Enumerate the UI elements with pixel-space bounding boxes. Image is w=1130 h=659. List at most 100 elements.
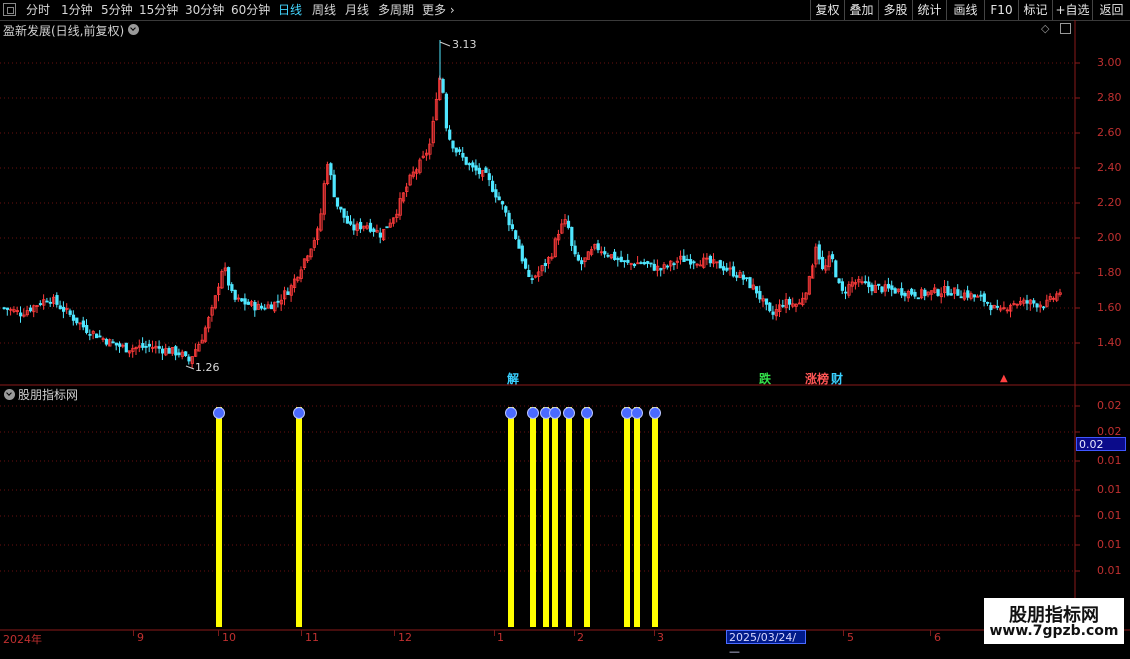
candle-body: [174, 346, 178, 356]
time-tick: [930, 630, 931, 636]
candle-body: [903, 292, 907, 297]
candle-body: [995, 305, 1000, 308]
candle-body: [253, 302, 257, 311]
signal-bar: [584, 407, 590, 627]
indicator-tick: 0.01: [1097, 483, 1122, 496]
candle-body: [28, 307, 33, 312]
candle-body: [5, 307, 10, 310]
candle-body: [524, 258, 528, 269]
candle-body: [167, 347, 171, 354]
time-label: 9: [137, 631, 144, 644]
candle-body: [259, 305, 264, 309]
candle-body: [979, 294, 983, 297]
event-top-list-marker[interactable]: 涨榜: [805, 370, 829, 387]
candle-body: [75, 317, 79, 324]
high-price-label: 3.13: [452, 38, 477, 51]
candle-body: [708, 255, 713, 264]
candle-body: [451, 140, 455, 149]
candle-body: [877, 283, 881, 286]
candle-body: [329, 163, 333, 176]
candle-body: [844, 291, 848, 294]
candle-body: [461, 152, 465, 158]
candle-body: [731, 266, 736, 277]
candle-body: [269, 304, 274, 310]
candle-body: [781, 305, 785, 307]
candle-body: [692, 261, 696, 264]
candle-body: [834, 260, 838, 278]
candle-body: [910, 288, 914, 295]
candlesticks: [2, 40, 1062, 370]
event-finance-marker[interactable]: 财: [831, 370, 843, 387]
candle-body: [596, 243, 600, 251]
candle-body: [758, 290, 762, 300]
candle-body: [454, 147, 458, 153]
event-unlock-marker[interactable]: 解: [507, 370, 519, 387]
candle-body: [187, 356, 191, 362]
watermark-logo: 股朋指标网 www.7gpzb.com: [984, 598, 1124, 644]
indicator-tick: 0.01: [1097, 454, 1122, 467]
candle-body: [160, 348, 165, 354]
price-tick: 1.40: [1097, 336, 1122, 349]
candle-body: [626, 259, 630, 263]
candle-body: [1025, 300, 1029, 304]
candle-body: [335, 197, 340, 207]
candle-body: [745, 277, 749, 280]
candle-body: [530, 278, 534, 281]
candle-body: [623, 260, 627, 263]
signal-bar: [296, 407, 302, 627]
candle-body: [378, 232, 383, 238]
candle-body: [652, 263, 656, 271]
candle-body: [490, 180, 495, 192]
event-drop-marker[interactable]: 跌: [759, 370, 771, 387]
price-tick: 2.20: [1097, 196, 1122, 209]
candle-body: [755, 286, 759, 294]
time-label: 5: [847, 631, 854, 644]
candle-body: [788, 298, 792, 305]
candle-body: [184, 351, 188, 357]
signal-dot: [563, 407, 575, 419]
kline-chart[interactable]: [0, 0, 1130, 650]
time-tick: [394, 630, 395, 636]
candle-body: [444, 93, 449, 129]
candle-body: [332, 174, 336, 198]
indicator-tick: 0.01: [1097, 509, 1122, 522]
time-label: 6: [934, 631, 941, 644]
candle-body: [1042, 306, 1046, 309]
candle-body: [504, 206, 508, 213]
candle-body: [863, 281, 868, 284]
up-arrow-icon[interactable]: ▲: [1000, 373, 1008, 384]
price-tick: 1.80: [1097, 266, 1122, 279]
price-tick: 2.60: [1097, 126, 1122, 139]
candle-body: [768, 302, 772, 312]
indicator-tick: 0.01: [1097, 564, 1122, 577]
candle-body: [672, 263, 676, 266]
candle-body: [38, 303, 43, 306]
candle-body: [959, 296, 963, 299]
candle-body: [144, 345, 148, 348]
candle-body: [464, 156, 468, 165]
candle-body: [141, 343, 145, 348]
candle-body: [639, 262, 643, 264]
candle-body: [286, 291, 290, 295]
candle-body: [867, 281, 871, 288]
candle-body: [840, 281, 845, 291]
low-price-label: 1.26: [195, 361, 220, 374]
indicator-current-value: 0.02: [1076, 437, 1126, 451]
signal-bar: [634, 407, 640, 627]
signal-bar: [543, 407, 549, 627]
candle-body: [497, 196, 501, 201]
candle-body: [936, 289, 940, 296]
candle-body: [642, 262, 647, 265]
candle-body: [989, 305, 993, 311]
price-tick: 1.60: [1097, 301, 1122, 314]
candle-body: [441, 79, 445, 93]
candle-body: [946, 286, 950, 296]
time-label: 1: [497, 631, 504, 644]
time-tick: [133, 630, 134, 636]
candle-body: [372, 228, 376, 232]
candle-body: [19, 312, 23, 317]
candle-body: [58, 305, 62, 310]
candle-body: [507, 212, 511, 226]
candle-body: [606, 254, 610, 257]
candle-body: [517, 239, 521, 249]
